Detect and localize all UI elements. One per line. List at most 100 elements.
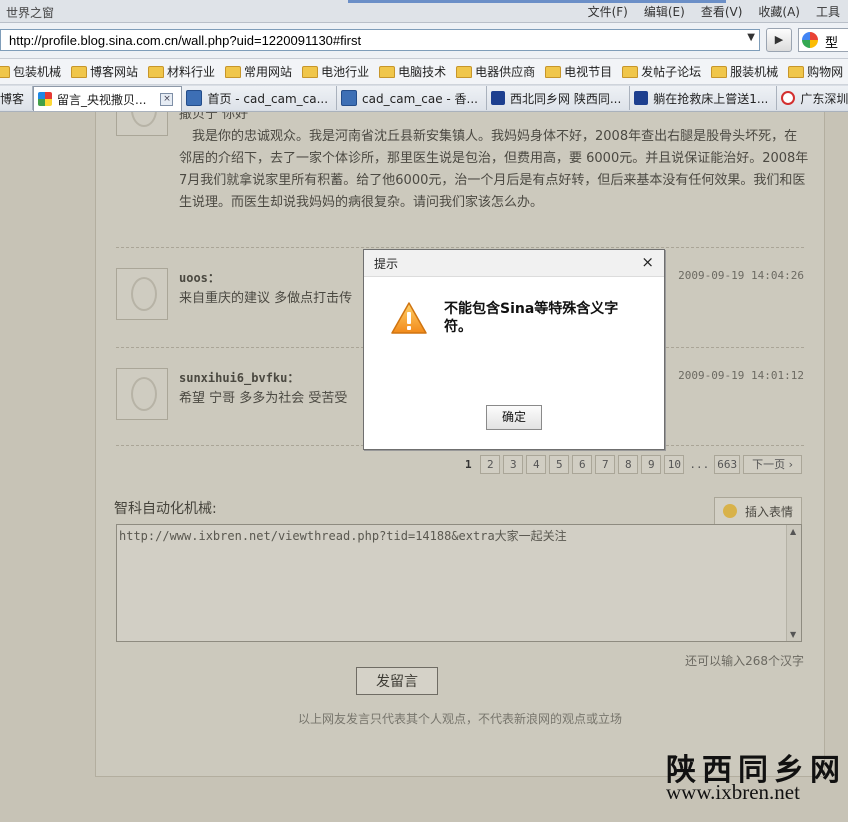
post-message-button[interactable]: 发留言 [356, 667, 438, 695]
avatar[interactable] [116, 368, 168, 420]
compose-author-label: 智科自动化机械: [114, 501, 217, 517]
favorite-folder[interactable]: 常用网站 [225, 63, 292, 80]
ie-page-icon [341, 90, 358, 106]
page-link[interactable]: 7 [595, 455, 616, 474]
textarea-scrollbar[interactable]: ▲ ▼ [786, 525, 801, 641]
insert-emoticon-button[interactable]: 插入表情 [713, 497, 802, 525]
menu-favorites[interactable]: 收藏(A) [750, 3, 808, 20]
tab-cad-home[interactable]: 首页 - cad_cam_ca... [182, 86, 338, 110]
menu-view[interactable]: 查看(V) [693, 3, 751, 20]
avatar-face [131, 112, 157, 127]
message-author[interactable]: sunxihui6_bvfku： [179, 369, 299, 386]
folder-icon [302, 65, 319, 78]
avatar-face [131, 377, 157, 411]
scroll-down-icon[interactable]: ▼ [790, 630, 796, 639]
tab-news[interactable]: 躺在抢救床上嘗送1... [630, 86, 778, 110]
play-arrow-icon: ▶ [774, 33, 784, 46]
ok-button[interactable]: 确定 [486, 405, 542, 430]
tab-ixbren[interactable]: 西北同乡网 陕西同... [487, 86, 631, 110]
scroll-up-icon[interactable]: ▲ [790, 527, 796, 536]
google-icon [802, 32, 818, 48]
favorite-folder[interactable]: 包装机械 [0, 63, 61, 80]
warning-icon [390, 301, 428, 338]
favorite-folder[interactable]: 电脑技术 [379, 63, 446, 80]
tab-guestbook[interactable]: 留言_央视撒贝... × [33, 86, 183, 111]
ixbren-logo-icon [634, 91, 649, 105]
chevron-down-icon[interactable]: ▼ [747, 32, 755, 43]
favorite-label: 电视节目 [564, 65, 613, 79]
menu-edit[interactable]: 编辑(E) [636, 3, 693, 20]
tab-label: 广东深圳 [800, 91, 848, 106]
favorite-label: 服装机械 [730, 65, 779, 79]
page-last[interactable]: 663 [714, 455, 741, 474]
page-link[interactable]: 9 [641, 455, 662, 474]
page-link[interactable]: 8 [618, 455, 639, 474]
ixbren-logo-icon [491, 91, 505, 105]
message-text: 撒贝宁 你好 我是你的忠诚观众。我是河南省沈丘县新安集镇人。我妈妈身体不好，20… [179, 112, 809, 214]
favorite-label: 材料行业 [167, 65, 216, 79]
close-icon[interactable]: × [160, 92, 174, 106]
search-text: 型 [825, 36, 839, 51]
char-remaining: 还可以输入268个汉字 [685, 654, 804, 668]
favorite-label: 电脑技术 [398, 65, 447, 79]
page-current: 1 [465, 458, 472, 471]
page-link[interactable]: 4 [526, 455, 547, 474]
favorite-folder[interactable]: 电器供应商 [456, 63, 535, 80]
menu-tools[interactable]: 工具 [808, 3, 848, 20]
page-link[interactable]: 3 [503, 455, 524, 474]
avatar[interactable] [116, 268, 168, 320]
window-title: 世界之窗 [6, 6, 55, 20]
tab-label: 首页 - cad_cam_ca... [207, 91, 329, 106]
message-time: 2009-09-19 14:04:26 [678, 269, 804, 282]
tab-label: 博客 [0, 91, 25, 106]
message-textarea-value: http://www.ixbren.net/viewthread.php?tid… [119, 529, 567, 543]
address-input[interactable]: http://profile.blog.sina.com.cn/wall.php… [0, 29, 760, 51]
folder-icon [788, 65, 805, 78]
smiley-icon [722, 504, 737, 518]
favorite-folder[interactable]: 发帖子论坛 [622, 63, 701, 80]
favorite-folder[interactable]: 材料行业 [148, 63, 215, 80]
folder-icon [71, 65, 88, 78]
favorites-bar: 包装机械 博客网站 材料行业 常用网站 电池行业 电脑技术 电器供应商 电视节目… [0, 59, 848, 85]
search-input[interactable]: 型 [798, 28, 848, 52]
address-toolbar: http://profile.blog.sina.com.cn/wall.php… [0, 23, 848, 59]
folder-icon [622, 65, 639, 78]
tab-shenzhen[interactable]: 广东深圳 [777, 86, 848, 110]
page-link[interactable]: 10 [664, 455, 685, 474]
dialog-title: 提示 [374, 257, 399, 271]
tab-label: 西北同乡网 陕西同... [510, 91, 622, 106]
watermark-url: www.ixbren.net [666, 780, 800, 804]
page-link[interactable]: 6 [572, 455, 593, 474]
favorite-folder[interactable]: 购物网 [788, 63, 843, 80]
site-logo-icon [781, 91, 796, 105]
alert-dialog: 提示 × 不能包含Sina等特殊含义字符。 确定 [363, 249, 665, 450]
go-button[interactable]: ▶ [766, 28, 792, 52]
message-body: 希望 宁哥 多多为社会 受苦受 [179, 391, 348, 406]
avatar-face [131, 277, 157, 311]
menu-file[interactable]: 文件(F) [580, 3, 636, 20]
favorite-folder[interactable]: 服装机械 [711, 63, 778, 80]
next-page-button[interactable]: 下一页 › [743, 455, 802, 474]
message-textarea[interactable]: http://www.ixbren.net/viewthread.php?tid… [116, 524, 802, 642]
folder-icon [148, 65, 165, 78]
list-item: 撒贝宁 你好 我是你的忠诚观众。我是河南省沈丘县新安集镇人。我妈妈身体不好，20… [116, 112, 808, 222]
favorite-label: 常用网站 [244, 65, 293, 79]
tab-label: 留言_央视撒贝... [57, 92, 147, 107]
message-author[interactable]: uoos： [179, 269, 220, 286]
favorite-folder[interactable]: 电池行业 [302, 63, 369, 80]
close-icon[interactable]: × [641, 253, 654, 271]
page-link[interactable]: 5 [549, 455, 570, 474]
folder-icon [0, 65, 10, 78]
dialog-message: 不能包含Sina等特殊含义字符。 [444, 301, 619, 335]
message-greeting: 撒贝宁 你好 [179, 112, 249, 122]
folder-icon [456, 65, 473, 78]
favorite-folder[interactable]: 博客网站 [71, 63, 138, 80]
page-link[interactable]: 2 [480, 455, 501, 474]
favorite-folder[interactable]: 电视节目 [545, 63, 612, 80]
favorite-label: 发帖子论坛 [641, 65, 702, 79]
tab-cad-hk[interactable]: cad_cam_cae - 香... [337, 86, 487, 110]
message-body: 我是你的忠诚观众。我是河南省沈丘县新安集镇人。我妈妈身体不好，2008年查出右腿… [179, 129, 809, 210]
tab-blog[interactable]: 博客 [0, 86, 34, 110]
window-titlebar: 世界之窗 文件(F) 编辑(E) 查看(V) 收藏(A) 工具 [0, 0, 848, 23]
avatar[interactable] [116, 112, 168, 136]
